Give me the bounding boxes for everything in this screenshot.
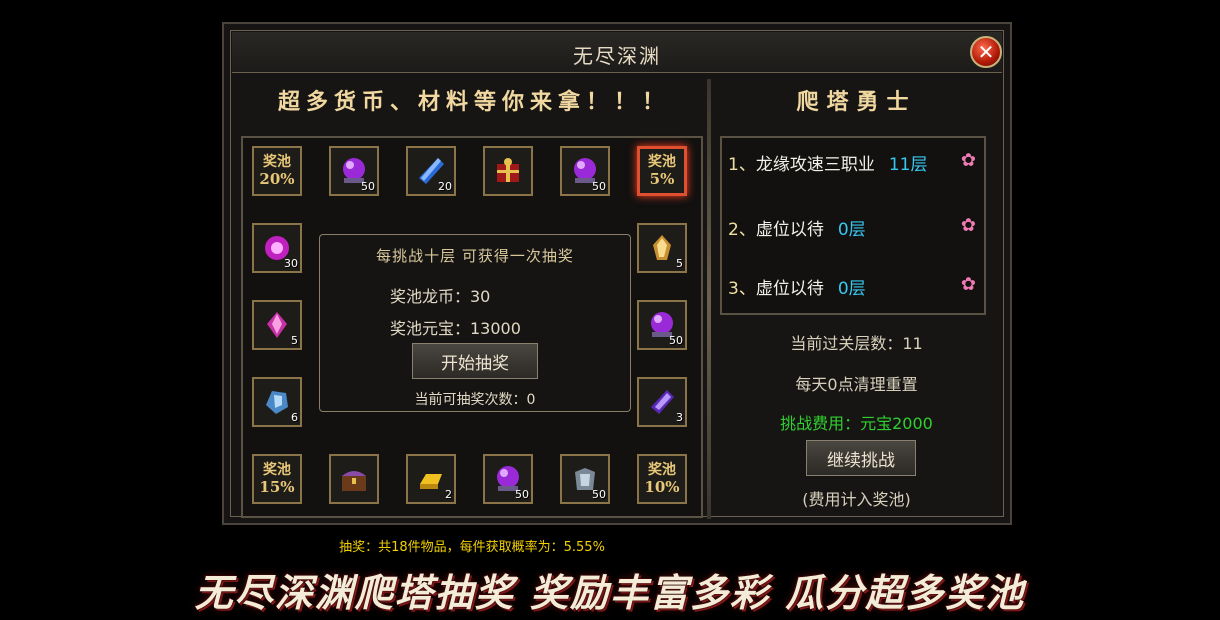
item-count: 50 — [361, 180, 375, 193]
flower-icon[interactable]: ✿ — [961, 274, 976, 295]
title-bar: 无尽深渊 — [232, 32, 1002, 73]
pool-slot-5-selected[interactable]: 奖池 5% — [637, 146, 687, 196]
pool-percent: 20% — [259, 170, 295, 188]
item-count: 20 — [438, 180, 452, 193]
item-slot-purple-orb-2[interactable]: 50 — [560, 146, 610, 196]
continue-challenge-button[interactable]: 继续挑战 — [806, 440, 916, 476]
daily-reset: 每天0点清理重置 — [795, 375, 918, 394]
rank-row-1: 1、龙缘攻速三职业 11层 ✿ — [728, 150, 978, 175]
challenge-fee: 挑战费用：元宝2000 — [780, 414, 933, 433]
flower-icon[interactable]: ✿ — [961, 150, 976, 171]
item-slot-purple-orb[interactable]: 50 — [329, 146, 379, 196]
purple-gem-icon — [651, 390, 674, 414]
endless-abyss-window: 无尽深渊 ✕ 超多货币、材料等你来拿！！！ 奖池 20% 50 20 50 奖池 5… — [222, 22, 1012, 555]
rank-number: 2、 — [728, 220, 756, 240]
rank-level: 0层 — [837, 279, 866, 299]
pool-label: 奖池 — [262, 154, 291, 170]
item-slot-treasure-chest[interactable] — [329, 454, 379, 504]
item-count: 6 — [291, 411, 298, 424]
light-blue-gem-icon — [266, 391, 288, 414]
ranking-title: 爬塔勇士 — [796, 89, 917, 115]
item-slot-blue-crystal[interactable]: 20 — [406, 146, 456, 196]
pool-percent: 10% — [644, 478, 680, 496]
rank-number: 1、 — [728, 155, 756, 175]
item-count: 50 — [592, 180, 606, 193]
close-icon: ✕ — [977, 40, 995, 64]
red-gift-box-icon — [497, 158, 519, 182]
rank-level: 0层 — [837, 220, 866, 240]
draw-count: 当前可抽奖次数：0 — [414, 392, 536, 408]
pink-gem-icon — [267, 312, 287, 338]
rank-level: 11层 — [888, 155, 928, 175]
rank-row-2: 2、虚位以待 0层 ✿ — [728, 215, 978, 240]
item-slot-armor[interactable]: 50 — [560, 454, 610, 504]
item-slot-blue-gem[interactable]: 6 — [252, 377, 302, 427]
item-slot-gold-gem[interactable]: 5 — [637, 223, 687, 273]
pool-percent: 15% — [259, 478, 295, 496]
rank-player-name: 虚位以待 — [755, 220, 824, 240]
item-count: 50 — [669, 334, 683, 347]
lottery-info-box: 每挑战十层 可获得一次抽奖 奖池龙币：30 奖池元宝：13000 开始抽奖 当前… — [319, 234, 631, 412]
rank-number: 3、 — [728, 279, 756, 299]
current-floors: 当前过关层数：11 — [790, 334, 923, 353]
reward-grid: 奖池 20% 50 20 50 奖池 5% 30 5 6 5 50 3 奖池 1… — [241, 136, 703, 555]
rank-player-name: 龙缘攻速三职业 — [755, 155, 875, 175]
pool-slot-20[interactable]: 奖池 20% — [252, 146, 302, 196]
item-slot-pink-burst[interactable]: 30 — [252, 223, 302, 273]
item-slot-purple-orb-3[interactable]: 50 — [637, 300, 687, 350]
pool-label: 奖池 — [262, 462, 291, 478]
pool-yuanbao: 奖池元宝：13000 — [390, 319, 521, 338]
rank-player-name: 虚位以待 — [755, 279, 824, 299]
slogan: 超多货币、材料等你来拿！！！ — [277, 89, 670, 115]
start-draw-button[interactable]: 开始抽奖 — [412, 343, 538, 379]
item-slot-purple-orb-4[interactable]: 50 — [483, 454, 533, 504]
gold-gem-icon — [653, 235, 671, 260]
item-count: 5 — [676, 257, 683, 270]
pool-label: 奖池 — [648, 154, 676, 170]
probability-note: 抽奖：共18件物品，每件获取概率为：5.55% — [339, 540, 605, 555]
item-count: 50 — [592, 488, 606, 501]
treasure-chest-icon — [342, 471, 366, 491]
pool-label: 奖池 — [647, 462, 676, 478]
pool-percent: 5% — [649, 170, 675, 188]
item-count: 3 — [676, 411, 683, 424]
item-slot-pink-gem[interactable]: 5 — [252, 300, 302, 350]
window-title: 无尽深渊 — [573, 44, 661, 68]
flower-icon[interactable]: ✿ — [961, 215, 976, 236]
pool-slot-10[interactable]: 奖池 10% — [637, 454, 687, 504]
gold-bar-icon — [420, 474, 442, 489]
item-count: 30 — [284, 257, 298, 270]
item-count: 50 — [515, 488, 529, 501]
lottery-rule: 每挑战十层 可获得一次抽奖 — [376, 247, 574, 265]
fee-note: (费用计入奖池) — [802, 490, 911, 509]
pool-dragon-coin: 奖池龙币：30 — [390, 287, 491, 306]
item-slot-gold-bar[interactable]: 2 — [406, 454, 456, 504]
divider — [707, 79, 711, 519]
ranking-list: 1、龙缘攻速三职业 11层 ✿ 2、虚位以待 0层 ✿ 3、虚位以待 0层 ✿ — [720, 136, 986, 315]
item-slot-treasure-box[interactable] — [483, 146, 533, 196]
pool-slot-15[interactable]: 奖池 15% — [252, 454, 302, 504]
item-count: 5 — [291, 334, 298, 347]
item-count: 2 — [445, 488, 452, 501]
close-button[interactable]: ✕ — [970, 36, 1002, 68]
item-slot-purple-gem[interactable]: 3 — [637, 377, 687, 427]
rank-row-3: 3、虚位以待 0层 ✿ — [728, 274, 978, 299]
promo-banner: 无尽深渊爬塔抽奖 奖励丰富多彩 瓜分超多奖池 — [194, 571, 1026, 615]
